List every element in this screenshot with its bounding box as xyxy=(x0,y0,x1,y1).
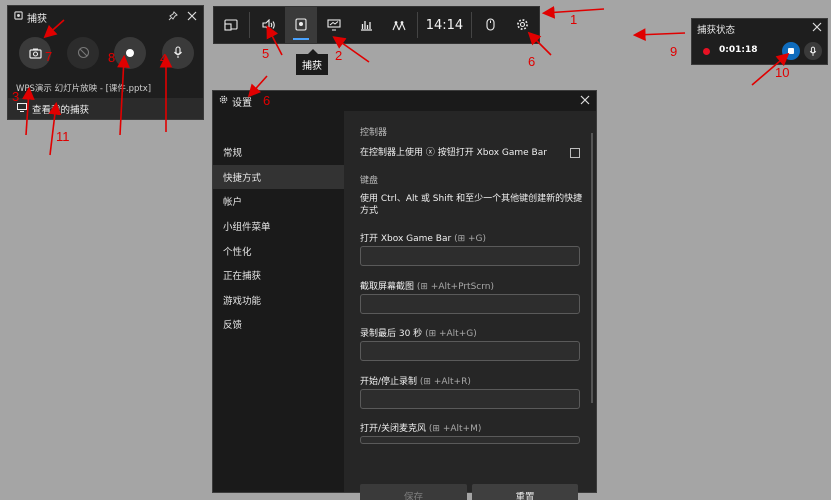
annotation-label: 1 xyxy=(570,12,578,27)
annotation-label: 4 xyxy=(160,51,168,66)
annotation-arrow xyxy=(21,86,35,136)
annotation-arrow xyxy=(117,54,130,136)
annotation-arrows xyxy=(21,5,790,156)
annotation-label: 7 xyxy=(45,49,53,64)
annotation-arrow xyxy=(527,31,552,56)
annotation-label: 6 xyxy=(263,93,271,108)
annotation-label: 11 xyxy=(56,129,70,144)
annotation-label: 6 xyxy=(528,54,536,69)
annotation-label: 8 xyxy=(108,50,116,65)
annotation-label: 3 xyxy=(12,89,20,104)
annotation-label: 10 xyxy=(775,65,790,80)
annotation-label: 5 xyxy=(262,46,270,61)
annotation-label: 9 xyxy=(670,44,678,59)
annotation-label: 2 xyxy=(335,48,343,63)
annotation-arrow xyxy=(43,19,65,39)
annotation-arrow xyxy=(266,25,283,56)
annotation-arrow xyxy=(632,28,686,42)
